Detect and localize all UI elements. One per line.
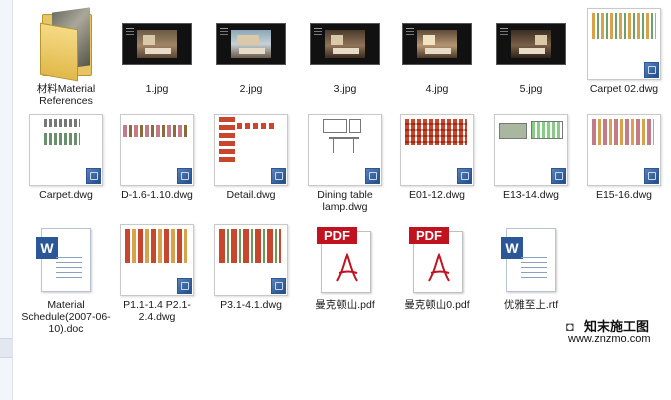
file-name: Detail.dwg	[226, 189, 276, 201]
file-item-folder[interactable]: 材料Material References	[20, 7, 112, 124]
file-name: 曼克顿山.pdf	[315, 299, 375, 311]
file-item-jpg[interactable]: 5.jpg	[485, 8, 577, 124]
file-item-jpg[interactable]: 1.jpg	[111, 8, 203, 124]
file-name: E15-16.dwg	[595, 189, 653, 201]
image-thumbnail-icon	[402, 23, 472, 65]
file-item-dwg[interactable]: E01-12.dwg	[391, 114, 483, 230]
file-name: 3.jpg	[333, 83, 357, 95]
file-name: 材料Material References	[36, 83, 96, 107]
image-thumbnail-icon	[496, 23, 566, 65]
file-name: D-1.6-1.10.dwg	[121, 189, 193, 201]
image-thumbnail-icon	[122, 23, 192, 65]
dwg-thumbnail-icon	[400, 114, 474, 186]
word-document-icon: W	[36, 228, 91, 292]
file-item-dwg[interactable]: P3.1-4.1.dwg	[205, 224, 297, 340]
dwg-thumbnail-icon	[587, 114, 661, 186]
dwg-thumbnail-icon	[120, 114, 194, 186]
file-item-dwg[interactable]: Dining table lamp.dwg	[299, 114, 391, 230]
pdf-icon: PDF	[409, 227, 465, 293]
file-item-dwg[interactable]: E13-14.dwg	[485, 114, 577, 230]
dwg-thumbnail-icon	[587, 8, 661, 80]
file-name: E01-12.dwg	[408, 189, 466, 201]
file-name: 5.jpg	[519, 83, 543, 95]
file-name: 曼克顿山0.pdf	[404, 299, 470, 311]
watermark-logo-icon: ◘	[566, 319, 574, 334]
file-name: Material Schedule(2007-06-10).doc	[21, 299, 111, 335]
file-name: Dining table lamp.dwg	[317, 189, 373, 213]
file-item-pdf[interactable]: PDF 曼克顿山0.pdf	[391, 224, 483, 340]
image-thumbnail-icon	[216, 23, 286, 65]
file-item-pdf[interactable]: PDF 曼克顿山.pdf	[299, 224, 391, 340]
dwg-thumbnail-icon	[494, 114, 568, 186]
file-name: Carpet.dwg	[39, 189, 93, 201]
file-item-jpg[interactable]: 3.jpg	[299, 8, 391, 124]
dwg-thumbnail-icon	[214, 224, 288, 296]
file-name: 1.jpg	[145, 83, 169, 95]
dwg-thumbnail-icon	[308, 114, 382, 186]
pdf-icon: PDF	[317, 227, 373, 293]
folder-icon	[38, 7, 94, 82]
file-item-dwg[interactable]: E15-16.dwg	[578, 114, 670, 230]
file-name: 4.jpg	[425, 83, 449, 95]
file-item-jpg[interactable]: 2.jpg	[205, 8, 297, 124]
file-name: 2.jpg	[239, 83, 263, 95]
file-name: 优雅至上.rtf	[503, 299, 559, 311]
dwg-thumbnail-icon	[214, 114, 288, 186]
watermark-url: www.znzmo.com	[568, 333, 651, 345]
file-item-dwg[interactable]: Carpet.dwg	[20, 114, 112, 230]
file-name: E13-14.dwg	[502, 189, 560, 201]
file-item-dwg[interactable]: D-1.6-1.10.dwg	[111, 114, 203, 230]
dwg-thumbnail-icon	[29, 114, 103, 186]
file-item-dwg[interactable]: Carpet 02.dwg	[578, 8, 670, 124]
dwg-thumbnail-icon	[120, 224, 194, 296]
file-item-dwg[interactable]: Detail.dwg	[205, 114, 297, 230]
file-item-dwg[interactable]: P1.1-1.4 P2.1-2.4.dwg	[111, 224, 203, 340]
file-name: P3.1-4.1.dwg	[220, 299, 282, 311]
file-name: Carpet 02.dwg	[589, 83, 659, 95]
scrollbar-thumb[interactable]	[0, 338, 12, 358]
file-name: P1.1-1.4 P2.1-2.4.dwg	[123, 299, 191, 323]
navigation-pane-edge[interactable]	[0, 0, 13, 400]
word-document-icon: W	[501, 228, 556, 292]
watermark: ◘ 知末施工图 www.znzmo.com	[560, 315, 671, 349]
image-thumbnail-icon	[310, 23, 380, 65]
file-item-jpg[interactable]: 4.jpg	[391, 8, 483, 124]
file-item-doc[interactable]: W Material Schedule(2007-06-10).doc	[20, 224, 112, 340]
